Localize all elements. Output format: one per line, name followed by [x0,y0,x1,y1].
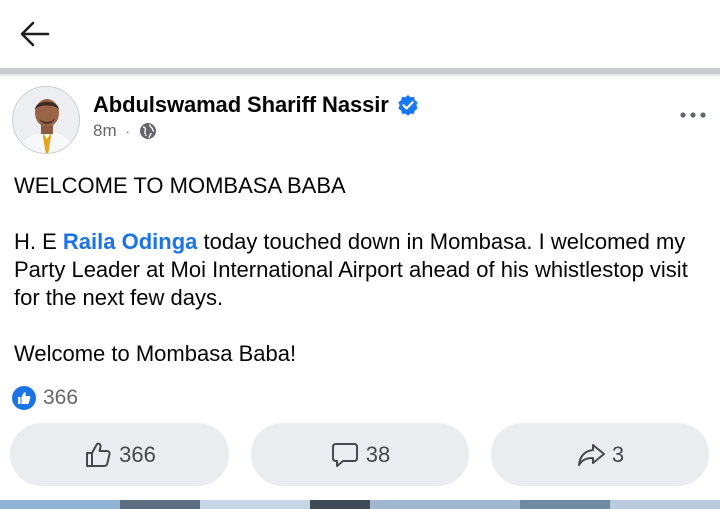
author-name[interactable]: Abdulswamad Shariff Nassir [93,92,389,118]
avatar[interactable] [12,86,80,154]
meta-separator: · [125,123,130,139]
post-heading: WELCOME TO MOMBASA BABA [14,173,346,198]
author-row: Abdulswamad Shariff Nassir [93,90,419,120]
post-meta: 8m · [93,120,157,142]
post-closing: Welcome to Mombasa Baba! [14,341,297,366]
post-text: WELCOME TO MOMBASA BABA H. E Raila Oding… [14,172,714,368]
like-count: 366 [119,441,156,467]
arrow-left-icon [20,21,50,47]
section-divider [0,68,720,76]
share-count: 3 [611,441,625,467]
comment-button[interactable]: 38 [251,423,469,486]
comment-bubble-icon [331,442,358,467]
globe-icon [139,123,156,139]
ellipsis-icon [680,112,706,118]
thumbs-up-icon [86,442,111,467]
mention-link[interactable]: Raila Odinga [63,229,197,254]
like-button[interactable]: 366 [10,423,229,486]
post-paragraph: H. E Raila Odinga today touched down in … [14,229,688,310]
next-post-preview [0,500,720,509]
share-arrow-icon [577,443,605,466]
reaction-summary[interactable]: 366 [12,385,78,411]
top-bar [0,0,720,68]
comment-count: 38 [365,441,391,467]
verified-badge-icon [398,95,418,116]
more-options-button[interactable] [678,106,708,124]
like-reaction-icon [12,386,36,410]
share-button[interactable]: 3 [491,423,709,486]
reaction-count: 366 [43,386,79,409]
post-time[interactable]: 8m [93,121,117,141]
back-button[interactable] [16,18,54,50]
